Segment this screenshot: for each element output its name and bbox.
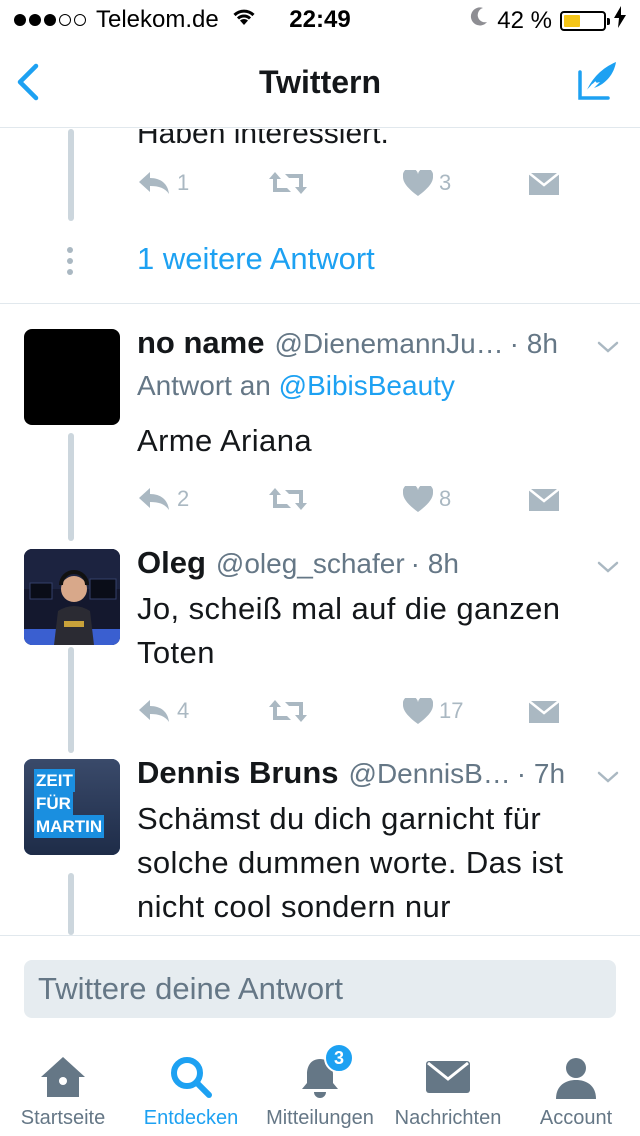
chevron-down-icon[interactable] xyxy=(596,765,620,789)
tweet-timestamp: · 8h xyxy=(410,548,459,579)
retweet-icon xyxy=(269,172,307,194)
retweet-button[interactable] xyxy=(269,481,307,517)
reply-to-handle[interactable]: @BibisBeauty xyxy=(279,370,455,401)
avatar[interactable] xyxy=(24,549,120,645)
retweet-button[interactable] xyxy=(269,165,307,201)
thread-line xyxy=(68,129,74,221)
author-handle[interactable]: @oleg_schafer xyxy=(216,548,405,580)
thread-line xyxy=(68,433,74,541)
reply-count: 2 xyxy=(177,486,190,511)
chevron-down-icon[interactable] xyxy=(596,335,620,359)
reply-count: 4 xyxy=(177,698,190,723)
home-icon xyxy=(37,1053,89,1101)
like-button[interactable]: 8 xyxy=(403,481,451,517)
reply-to-line: Antwort an @BibisBeauty xyxy=(137,370,455,402)
envelope-icon xyxy=(529,172,559,195)
author-name[interactable]: no name xyxy=(137,325,264,361)
like-count: 8 xyxy=(439,486,452,511)
conversation-thread[interactable]: Haben interessiert. 1 3 1 weitere Antwor… xyxy=(0,129,640,935)
tab-label: Entdecken xyxy=(143,1107,239,1129)
tweet-actions: 2 8 xyxy=(137,481,577,517)
tweet-text: Schämst du dich garnicht für solche dumm… xyxy=(137,801,564,924)
reply-button[interactable]: 4 xyxy=(137,693,189,729)
chevron-down-icon[interactable] xyxy=(596,555,620,579)
tab-label: Mitteilungen xyxy=(266,1107,374,1129)
tab-explore[interactable]: Entdecken xyxy=(136,1035,246,1136)
reply-count: 1 xyxy=(177,170,190,195)
tab-home[interactable]: Startseite xyxy=(8,1035,118,1136)
reply-composer-bar xyxy=(0,935,640,1035)
heart-icon xyxy=(403,170,433,196)
direct-message-button[interactable] xyxy=(529,693,559,729)
reply-icon xyxy=(139,700,169,722)
status-right: 42 % xyxy=(469,6,626,35)
divider xyxy=(0,303,640,304)
tab-account[interactable]: Account xyxy=(524,1035,628,1136)
author-handle[interactable]: @DienemannJu… xyxy=(274,328,503,360)
avatar-slogan: ZEIT FÜR MARTIN xyxy=(34,769,105,838)
reply-button[interactable]: 1 xyxy=(137,165,189,201)
navigation-bar: Twittern xyxy=(0,40,640,128)
tweet-actions: 1 3 xyxy=(137,165,577,201)
tweet-header: Dennis Bruns @DennisB… · 7h xyxy=(137,755,617,795)
status-bar: Telekom.de 22:49 42 % xyxy=(0,0,640,40)
reply-input[interactable] xyxy=(24,960,616,1018)
like-button[interactable]: 17 xyxy=(403,693,463,729)
tweet-timestamp: · 8h xyxy=(509,328,558,359)
battery-icon xyxy=(560,10,610,31)
retweet-icon xyxy=(269,700,307,722)
tab-label: Account xyxy=(539,1107,613,1129)
more-replies-dots-icon xyxy=(67,247,73,275)
reply-icon xyxy=(139,488,169,510)
tweet-header: no name @DienemannJu… · 8h xyxy=(137,325,617,365)
tab-messages[interactable]: Nachrichten xyxy=(390,1035,506,1136)
thread-line xyxy=(68,647,74,753)
person-icon xyxy=(550,1053,602,1101)
tab-notifications[interactable]: 3 Mitteilungen xyxy=(258,1035,382,1136)
charging-icon xyxy=(614,6,626,35)
tweet-text-cutoff: Haben interessiert. xyxy=(137,129,389,150)
like-count: 3 xyxy=(439,170,452,195)
heart-icon xyxy=(403,698,433,724)
reply-icon xyxy=(139,172,169,194)
envelope-icon xyxy=(529,488,559,511)
moon-icon xyxy=(469,6,489,35)
tweet-timestamp: · 7h xyxy=(516,758,566,789)
tweet-header: Oleg @oleg_schafer · 8h xyxy=(137,545,617,585)
retweet-icon xyxy=(269,488,307,510)
tweet-actions: 4 17 xyxy=(137,693,577,729)
notification-badge: 3 xyxy=(324,1043,354,1073)
compose-feather-icon xyxy=(578,62,616,100)
page-title: Twittern xyxy=(258,64,382,100)
direct-message-button[interactable] xyxy=(529,165,559,201)
avatar[interactable] xyxy=(24,329,120,425)
retweet-button[interactable] xyxy=(269,693,307,729)
battery-percent: 42 % xyxy=(497,6,552,34)
tab-bar: Startseite Entdecken 3 Mitteilungen Nach… xyxy=(0,1035,640,1136)
thread-line xyxy=(68,873,74,935)
envelope-icon xyxy=(529,700,559,723)
tab-label: Nachrichten xyxy=(394,1107,502,1129)
bell-icon: 3 xyxy=(294,1043,354,1101)
reply-button[interactable]: 2 xyxy=(137,481,189,517)
heart-icon xyxy=(403,486,433,512)
direct-message-button[interactable] xyxy=(529,481,559,517)
avatar[interactable]: ZEIT FÜR MARTIN xyxy=(24,759,120,855)
author-handle[interactable]: @DennisB… xyxy=(349,758,511,790)
like-count: 17 xyxy=(439,698,464,723)
tweet-text: Arme Ariana xyxy=(137,423,312,458)
search-icon xyxy=(165,1053,217,1101)
avatar-photo xyxy=(24,549,120,645)
like-button[interactable]: 3 xyxy=(403,165,451,201)
envelope-icon xyxy=(422,1053,474,1101)
reply-to-label: Antwort an xyxy=(137,370,271,401)
tab-label: Startseite xyxy=(20,1107,106,1129)
author-name[interactable]: Oleg xyxy=(137,545,206,581)
show-more-replies-link[interactable]: 1 weitere Antwort xyxy=(137,241,375,277)
compose-tweet-button[interactable] xyxy=(574,58,620,104)
author-name[interactable]: Dennis Bruns xyxy=(137,755,339,791)
tweet-text: Jo, scheiß mal auf die ganzen Toten xyxy=(137,591,561,670)
